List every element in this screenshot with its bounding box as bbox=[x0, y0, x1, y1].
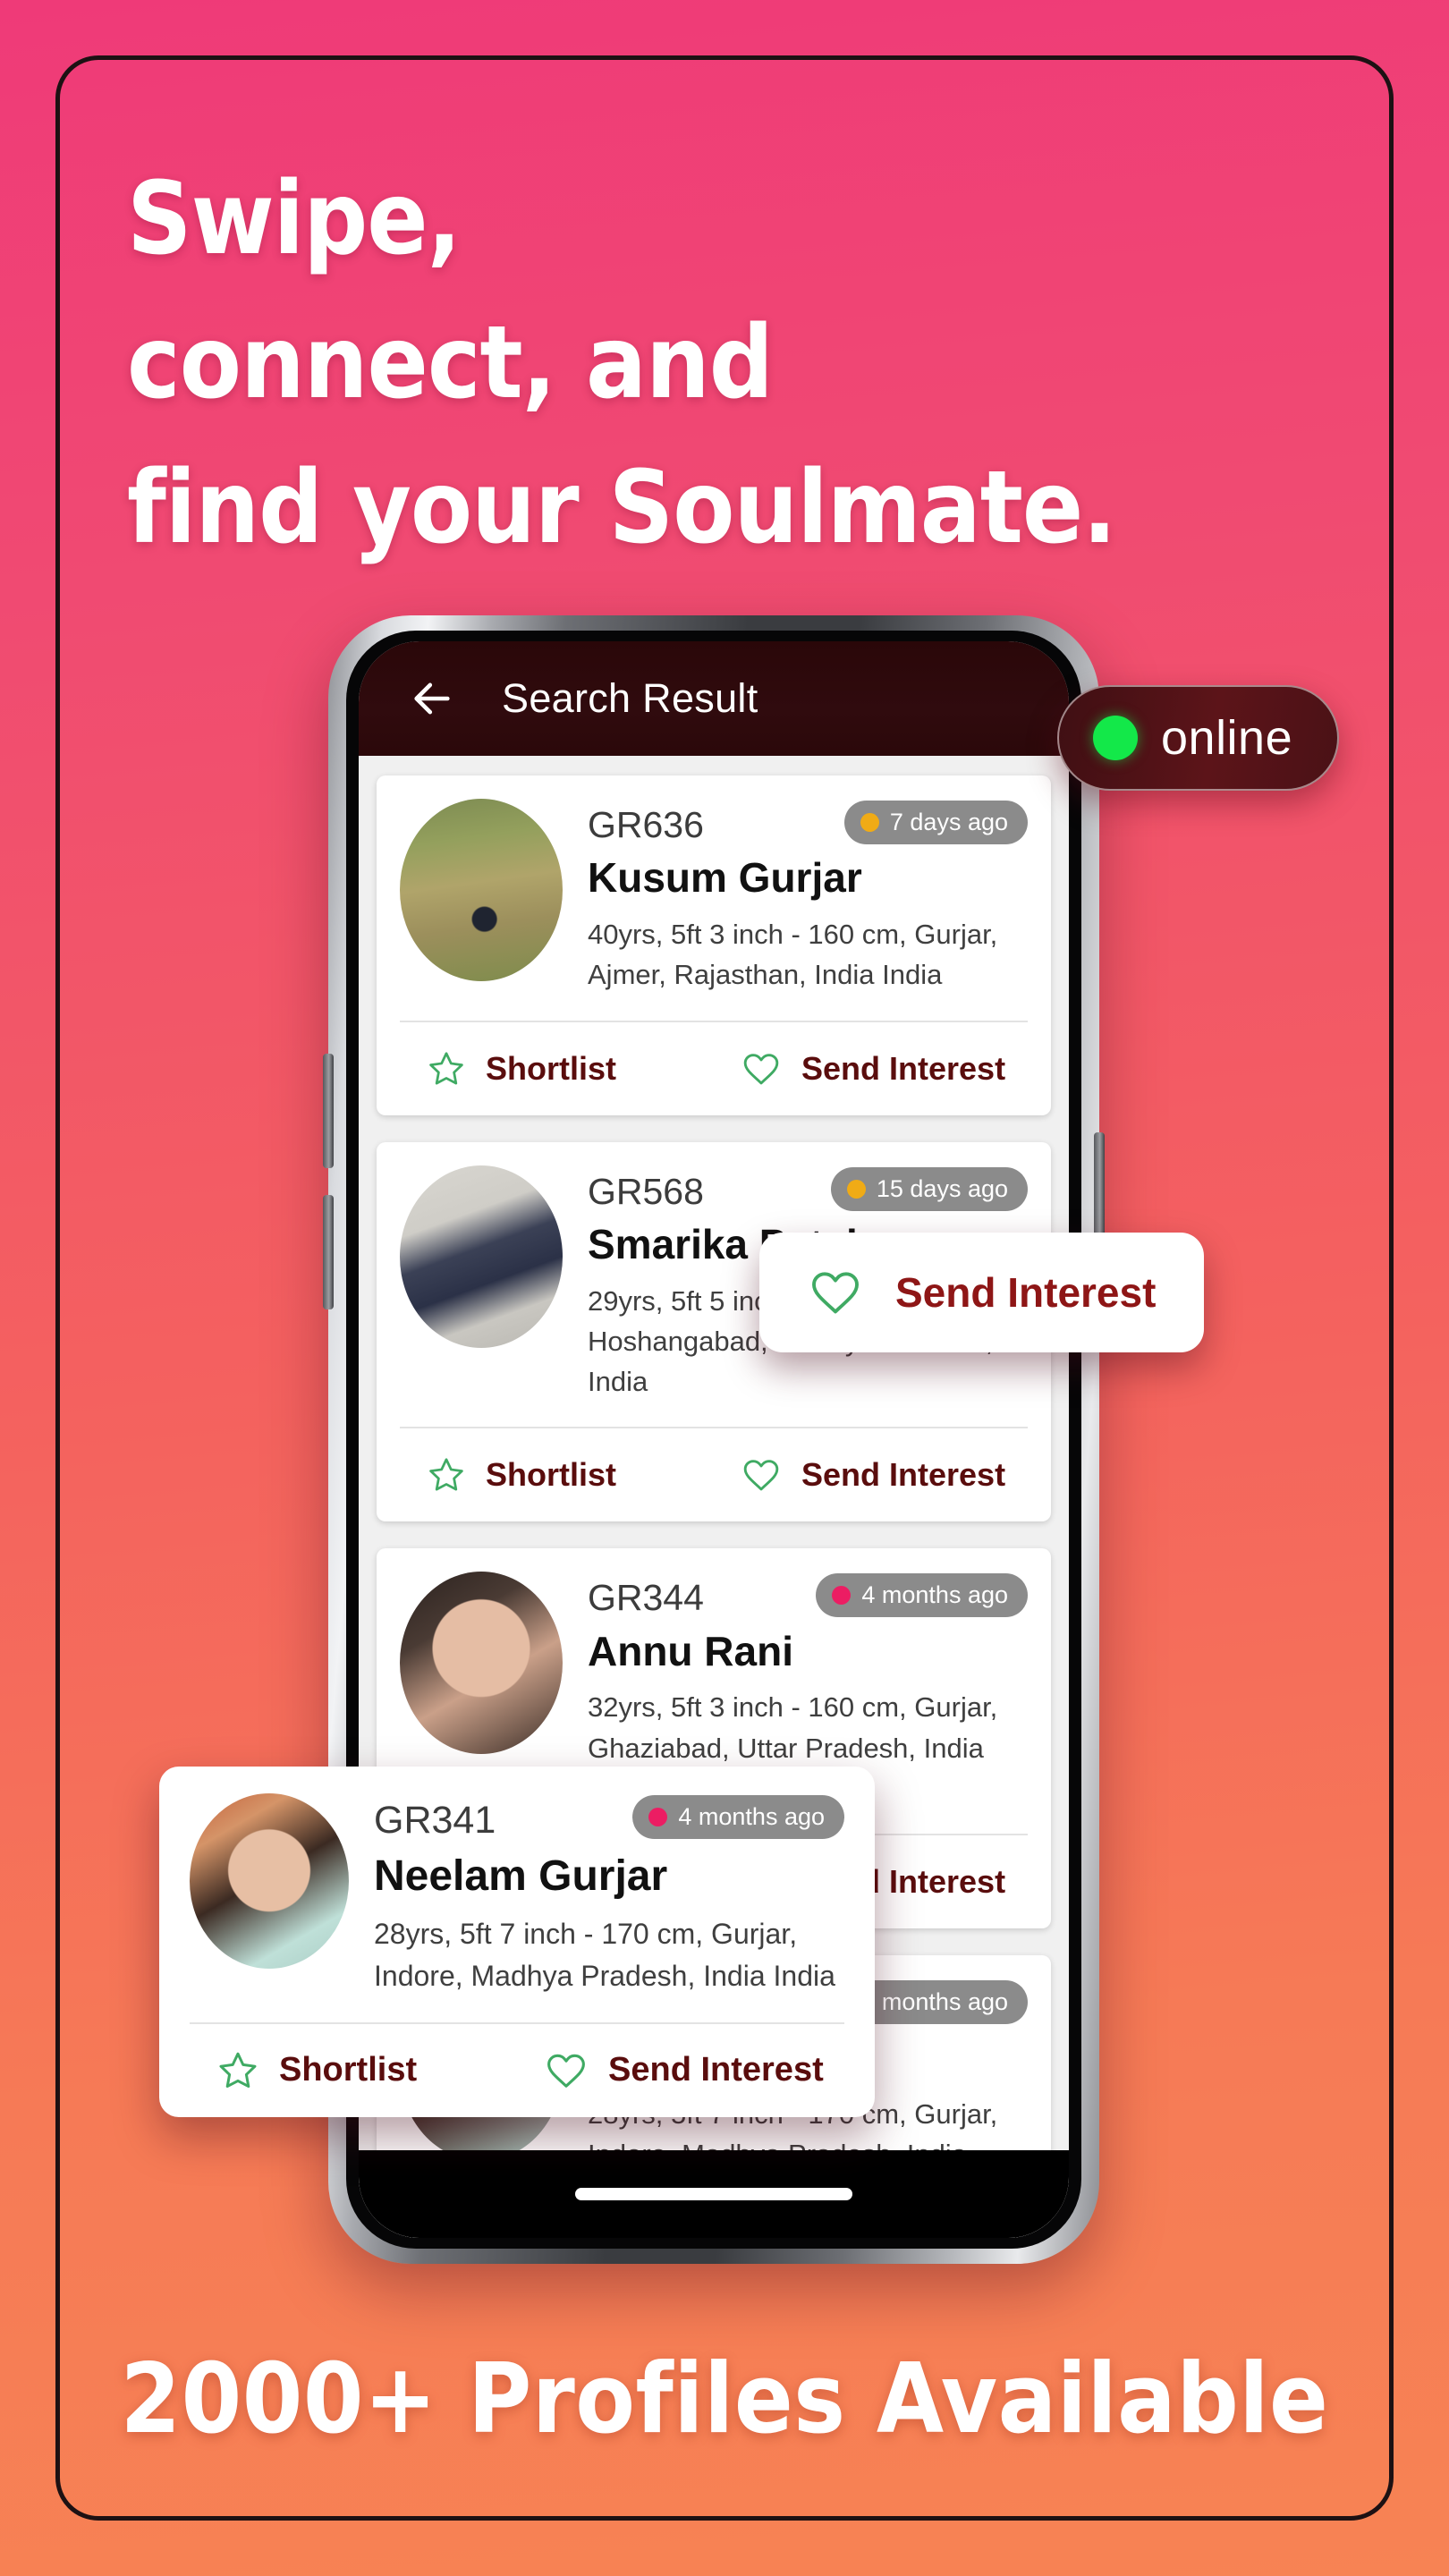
arrow-left-icon[interactable] bbox=[409, 675, 455, 722]
headline-line-3: find your Soulmate. bbox=[127, 449, 1117, 566]
heart-outline-icon bbox=[547, 2054, 585, 2088]
status-dot bbox=[860, 813, 879, 832]
heart-outline-icon bbox=[812, 1272, 859, 1314]
card-actions: Shortlist Send Interest bbox=[400, 1428, 1028, 1521]
volume-up-button[interactable] bbox=[323, 1054, 334, 1168]
shortlist-label: Shortlist bbox=[486, 1049, 617, 1087]
headline-line-1: Swipe, bbox=[127, 161, 462, 277]
profile-text: 4 months ago GR341 Neelam Gurjar 28yrs, … bbox=[374, 1793, 844, 1997]
card-actions: Shortlist Send Interest bbox=[400, 1022, 1028, 1115]
avatar[interactable] bbox=[400, 1572, 563, 1755]
avatar[interactable] bbox=[400, 1165, 563, 1348]
card-actions: Shortlist Send Interest bbox=[190, 2024, 844, 2117]
online-status-badge: online bbox=[1057, 685, 1340, 791]
avatar[interactable] bbox=[400, 799, 563, 981]
floating-send-interest-button[interactable]: Send Interest bbox=[759, 1233, 1205, 1352]
home-indicator-bar bbox=[359, 2150, 1069, 2238]
profile-summary: 4 months ago GR341 Neelam Gurjar 28yrs, … bbox=[190, 1793, 844, 2022]
star-outline-icon bbox=[219, 2052, 257, 2088]
status-badge: 15 days ago bbox=[830, 1166, 1028, 1211]
floating-send-interest-label: Send Interest bbox=[895, 1269, 1157, 1316]
avatar[interactable] bbox=[190, 1793, 349, 1969]
app-bar: Search Result bbox=[359, 641, 1069, 756]
send-interest-label: Send Interest bbox=[801, 1049, 1006, 1087]
last-seen-label: 4 months ago bbox=[861, 1581, 1008, 1609]
home-indicator[interactable] bbox=[575, 2188, 852, 2200]
headline-line-2: connect, and bbox=[127, 305, 774, 422]
floating-profile-card[interactable]: 4 months ago GR341 Neelam Gurjar 28yrs, … bbox=[159, 1767, 875, 2117]
shortlist-button[interactable]: Shortlist bbox=[400, 1428, 714, 1521]
profile-card[interactable]: 7 days ago GR636 Kusum Gurjar 40yrs, 5ft… bbox=[377, 775, 1051, 1115]
shortlist-label: Shortlist bbox=[486, 1456, 617, 1494]
status-dot bbox=[832, 1586, 852, 1606]
star-outline-icon bbox=[429, 1051, 463, 1085]
send-interest-label: Send Interest bbox=[801, 1456, 1006, 1494]
status-dot bbox=[648, 1808, 668, 1826]
send-interest-button[interactable]: Send Interest bbox=[714, 1428, 1028, 1521]
status-badge: 7 days ago bbox=[843, 801, 1028, 844]
page-title: Search Result bbox=[502, 675, 758, 721]
heart-outline-icon bbox=[743, 1460, 779, 1491]
shortlist-button[interactable]: Shortlist bbox=[190, 2024, 517, 2117]
profile-name: Kusum Gurjar bbox=[588, 854, 862, 902]
poster-headline: Swipe, connect, and find your Soulmate. bbox=[127, 148, 1117, 580]
online-label: online bbox=[1161, 711, 1293, 765]
profile-summary: 7 days ago GR636 Kusum Gurjar 40yrs, 5ft… bbox=[400, 799, 1028, 1021]
send-interest-button[interactable]: Send Interest bbox=[714, 1022, 1028, 1115]
last-seen-label: 4 months ago bbox=[861, 1988, 1008, 2016]
online-dot-icon bbox=[1093, 716, 1138, 760]
profile-detail: 40yrs, 5ft 3 inch - 160 cm, Gurjar, Ajme… bbox=[588, 919, 998, 991]
profile-text: 7 days ago GR636 Kusum Gurjar 40yrs, 5ft… bbox=[588, 799, 1028, 996]
shortlist-label: Shortlist bbox=[279, 2051, 418, 2089]
shortlist-button[interactable]: Shortlist bbox=[400, 1022, 714, 1115]
status-badge: 4 months ago bbox=[816, 1573, 1028, 1618]
profile-name: Neelam Gurjar bbox=[374, 1852, 668, 1900]
last-seen-label: 4 months ago bbox=[678, 1803, 825, 1830]
last-seen-label: 15 days ago bbox=[876, 1174, 1008, 1202]
status-badge: 4 months ago bbox=[632, 1795, 844, 1839]
volume-down-button[interactable] bbox=[323, 1195, 334, 1309]
send-interest-label: Send Interest bbox=[608, 2051, 824, 2089]
profile-name: Annu Rani bbox=[588, 1627, 793, 1674]
heart-outline-icon bbox=[743, 1053, 779, 1084]
poster-tagline: 2000+ Profiles Available bbox=[120, 2343, 1329, 2455]
status-dot bbox=[846, 1179, 866, 1199]
send-interest-button[interactable]: Send Interest bbox=[517, 2024, 844, 2117]
last-seen-label: 7 days ago bbox=[889, 809, 1008, 835]
profile-detail: 28yrs, 5ft 7 inch - 170 cm, Gurjar, Indo… bbox=[374, 1918, 835, 1992]
star-outline-icon bbox=[429, 1458, 463, 1491]
